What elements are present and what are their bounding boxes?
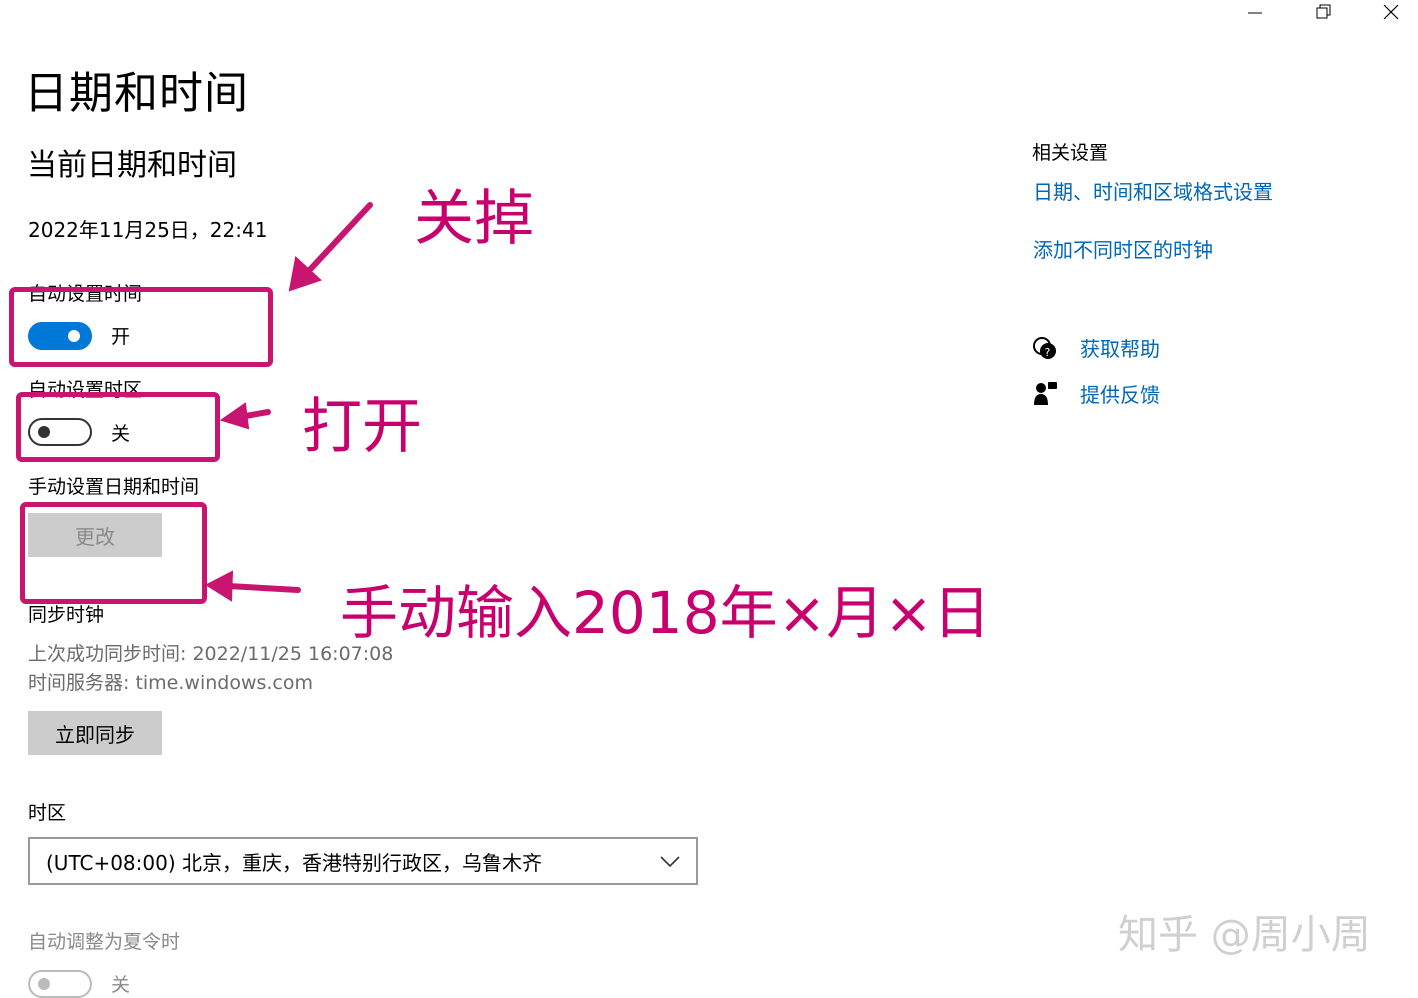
- current-datetime-heading: 当前日期和时间: [27, 148, 237, 183]
- restore-button[interactable]: [1300, 0, 1346, 24]
- sync-heading: 同步时钟: [28, 604, 105, 626]
- chevron-down-icon: [660, 856, 680, 868]
- minimize-button[interactable]: [1232, 0, 1278, 24]
- time-server-text: 时间服务器: time.windows.com: [28, 672, 314, 694]
- minimize-icon: [1248, 12, 1262, 14]
- close-icon: [1383, 4, 1399, 20]
- annotation-box-auto-time: [9, 287, 273, 367]
- svg-text:?: ?: [1045, 346, 1051, 359]
- related-settings-heading: 相关设置: [1032, 142, 1109, 164]
- region-format-link[interactable]: 日期、时间和区域格式设置: [1033, 178, 1273, 206]
- annotation-turn-off: 关掉: [414, 184, 534, 254]
- annotation-manual-input: 手动输入2018年×月×日: [340, 579, 991, 647]
- current-datetime-value: 2022年11月25日，22:41: [28, 218, 268, 242]
- get-help-link[interactable]: 获取帮助: [1080, 335, 1160, 363]
- page-title: 日期和时间: [24, 68, 249, 119]
- feedback-icon: [1034, 382, 1057, 405]
- close-button[interactable]: [1368, 0, 1414, 24]
- annotation-box-change: [20, 502, 207, 604]
- sync-now-button[interactable]: 立即同步: [28, 711, 162, 755]
- watermark: 知乎 @周小周: [1118, 912, 1371, 958]
- add-clocks-link[interactable]: 添加不同时区的时钟: [1033, 236, 1213, 264]
- annotation-box-auto-timezone: [16, 392, 220, 462]
- toggle-knob: [38, 978, 50, 990]
- timezone-select[interactable]: (UTC+08:00) 北京，重庆，香港特别行政区，乌鲁木齐: [28, 837, 698, 885]
- last-sync-text: 上次成功同步时间: 2022/11/25 16:07:08: [28, 643, 394, 665]
- feedback-link[interactable]: 提供反馈: [1080, 381, 1160, 409]
- manual-datetime-label: 手动设置日期和时间: [28, 476, 200, 498]
- help-chat-icon: ?: [1033, 337, 1056, 359]
- timezone-label: 时区: [28, 802, 67, 824]
- dst-state: 关: [111, 974, 131, 996]
- dst-toggle[interactable]: [28, 970, 92, 998]
- restore-icon: [1316, 4, 1331, 19]
- timezone-selected: (UTC+08:00) 北京，重庆，香港特别行政区，乌鲁木齐: [46, 850, 543, 875]
- annotation-turn-on: 打开: [302, 392, 422, 462]
- dst-label: 自动调整为夏令时: [28, 931, 181, 953]
